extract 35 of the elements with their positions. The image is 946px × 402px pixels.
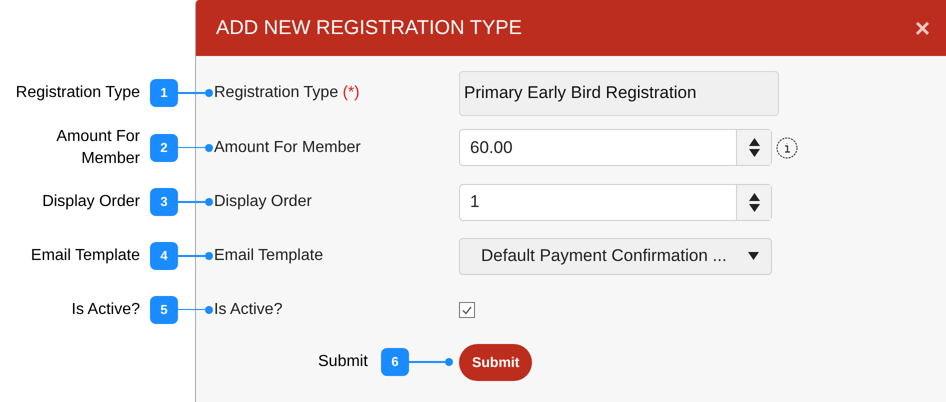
callout-label: Amount For Member [55,126,140,168]
leader-line [409,358,453,366]
callout-badge: 6 [381,348,409,376]
leader-line [178,89,213,97]
field-label: Amount For Member [214,138,362,158]
field-label: Is Active? [214,300,284,320]
leader-line [178,144,213,152]
active-checkbox[interactable] [459,302,475,318]
close-button[interactable]: × [914,15,930,41]
callout-badge: 3 [150,188,178,216]
field-label: Email Template [214,246,324,266]
callout-label: Display Order [41,192,140,212]
email-template-dropdown[interactable]: Default Payment Confirmation ... [459,238,772,274]
callout-label: Submit [318,352,369,372]
callout-label: Email Template [30,246,140,266]
info-icon[interactable] [776,136,798,158]
submit-button[interactable]: Submit [459,344,532,380]
callout-badge: 5 [150,296,178,324]
leader-line [178,252,213,260]
field-label: Registration Type (*) [214,83,361,103]
number-field[interactable]: 60.00 [459,129,772,166]
registration-type-field[interactable]: Primary Early Bird Registration [459,70,779,116]
caret-icon [748,252,759,260]
callout-badge: 2 [150,134,178,162]
callout-label: Registration Type [14,83,140,103]
spinner-icon[interactable] [736,130,771,165]
spinner-icon[interactable] [736,184,771,220]
field-label: Display Order [214,192,313,212]
leader-line [178,198,213,206]
callout-badge: 1 [150,79,178,107]
callout-label: Is Active? [70,300,140,320]
number-field[interactable]: 1 [459,184,772,220]
leader-line [178,306,213,314]
callout-badge: 4 [150,242,178,270]
dialog-title: ADD NEW REGISTRATION TYPE [216,16,522,41]
